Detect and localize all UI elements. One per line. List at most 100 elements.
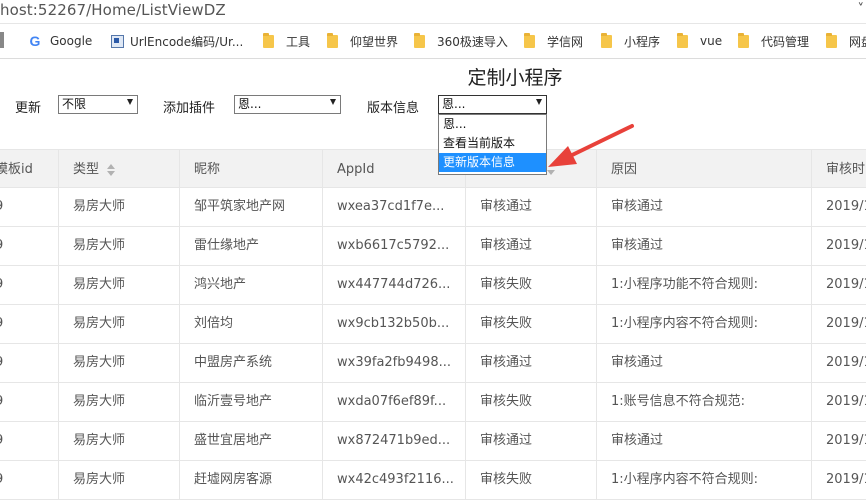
version-dropdown-list: 恩... 查看当前版本 更新版本信息 [438,114,547,175]
table-row[interactable]: 9易房大师刘倍均wx9cb132b50b...审核失败1:小程序内容不符合规则:… [0,305,866,344]
folder-icon [414,32,425,48]
cell-reason: 1:账号信息不符合规范: [596,383,811,421]
header-audit-time[interactable]: 审核时 [811,150,866,189]
update-select-value: 不限 [62,97,87,111]
table-body: 9易房大师邹平筑家地产网wxea37cd1f7e...审核通过审核通过2019/… [0,188,866,500]
header-reason[interactable]: 原因 [596,150,811,189]
version-option-update-info[interactable]: 更新版本信息 [439,153,546,172]
dropdown-arrow-icon [127,99,133,105]
bookmark-label: 网盘 [849,34,866,49]
sort-icon[interactable] [107,163,116,176]
cell-nickname: 鸿兴地产 [179,266,322,304]
cell-audit-time: 2019/1 [811,188,866,226]
cell-audit-time: 2019/1 [811,422,866,460]
header-template-id[interactable]: 模板id [0,150,58,189]
folder-icon [263,32,274,48]
plugin-select-value: 恩... [238,97,262,111]
update-label: 更新 [15,101,42,116]
cell-status: 审核失败 [465,266,596,304]
folder-icon [738,32,749,48]
cell-status: 审核通过 [465,422,596,460]
cell-type: 易房大师 [58,188,179,226]
cell-audit-time: 2019/1 [811,305,866,343]
url-text[interactable]: host:52267/Home/ListViewDZ [0,1,226,19]
cell-type: 易房大师 [58,227,179,265]
cell-reason: 审核通过 [596,422,811,460]
bookmark-netdisk[interactable]: 网盘 [826,32,866,50]
cell-nickname: 刘倍均 [179,305,322,343]
cell-appid: wxea37cd1f7e... [322,188,465,226]
cell-audit-time: 2019/1 [811,344,866,382]
header-type[interactable]: 类型 [58,150,179,189]
cell-reason: 审核通过 [596,188,811,226]
bookmark-code[interactable]: 代码管理 [738,32,809,50]
bookmark-miniprogram[interactable]: 小程序 [601,32,660,50]
cell-appid: wx9cb132b50b... [322,305,465,343]
folder-icon [327,32,338,48]
cell-appid: wx447744d726... [322,266,465,304]
table-row[interactable]: 9易房大师盛世宜居地产wx872471b9ed...审核通过审核通过2019/1 [0,422,866,461]
version-select[interactable]: 恩... [438,95,547,114]
cell-type: 易房大师 [58,266,179,304]
update-select[interactable]: 不限 [58,95,138,114]
page-icon [111,34,124,48]
bookmark-yangwang[interactable]: 仰望世界 [327,32,398,50]
bookmark-label: 代码管理 [761,34,810,49]
cell-template-id: 9 [0,383,58,421]
version-label: 版本信息 [367,101,420,116]
bookmark-label: Google [50,34,93,48]
cell-type: 易房大师 [58,305,179,343]
cell-audit-time: 2019/1 [811,383,866,421]
bookmark-urlencode[interactable]: UrlEncode编码/Ur... [111,32,243,50]
sort-down-icon[interactable] [547,170,555,175]
cell-audit-time: 2019/1 [811,461,866,499]
folder-icon [601,32,612,48]
cell-template-id: 9 [0,188,58,226]
cell-status: 审核通过 [465,188,596,226]
google-icon: G [29,33,41,49]
version-select-value: 恩... [442,97,466,111]
cell-template-id: 9 [0,227,58,265]
cell-type: 易房大师 [58,422,179,460]
cell-nickname: 临沂壹号地产 [179,383,322,421]
chevron-down-icon[interactable]: ˅ [858,2,865,17]
header-label: AppId [337,162,375,177]
version-option-view-current[interactable]: 查看当前版本 [439,134,546,153]
table-row[interactable]: 9易房大师临沂壹号地产wxda07f6ef89f...审核失败1:账号信息不符合… [0,383,866,422]
bookmark-label: 360极速导入 [437,34,508,49]
bookmark-vue[interactable]: vue [677,32,722,50]
table-row[interactable]: 9易房大师鸿兴地产wx447744d726...审核失败1:小程序功能不符合规则… [0,266,866,305]
cell-template-id: 9 [0,422,58,460]
cell-status: 审核失败 [465,305,596,343]
plugin-select[interactable]: 恩... [234,95,341,114]
cell-template-id: 9 [0,344,58,382]
header-label: 昵称 [194,162,221,177]
folder-icon [677,32,688,48]
page-title: 定制小程序 [467,67,563,89]
bookmark-google[interactable]: G Google [27,32,93,50]
table-row[interactable]: 9易房大师赶墟网房客源wx42c493f2116...审核失败1:小程序内容不符… [0,461,866,500]
cell-template-id: 9 [0,461,58,499]
cell-template-id: 9 [0,266,58,304]
address-bar[interactable]: host:52267/Home/ListViewDZ ˅ [0,0,866,24]
cell-type: 易房大师 [58,344,179,382]
bookmark-360[interactable]: 360极速导入 [414,32,508,50]
cell-reason: 1:小程序内容不符合规则: [596,305,811,343]
bookmark-label: 仰望世界 [350,34,399,49]
header-label: 原因 [611,162,638,177]
cell-appid: wx39fa2fb9498... [322,344,465,382]
cell-status: 审核通过 [465,227,596,265]
folder-icon [826,32,837,48]
version-option-default[interactable]: 恩... [439,115,546,134]
table-row[interactable]: 9易房大师邹平筑家地产网wxea37cd1f7e...审核通过审核通过2019/… [0,188,866,227]
cell-type: 易房大师 [58,383,179,421]
plugin-label: 添加插件 [163,101,216,116]
bookmark-xuexin[interactable]: 学信网 [524,32,583,50]
header-nickname[interactable]: 昵称 [179,150,322,189]
table-row[interactable]: 9易房大师雷仕缘地产wxb6617c5792...审核通过审核通过2019/1 [0,227,866,266]
cell-nickname: 盛世宜居地产 [179,422,322,460]
table-row[interactable]: 9易房大师中盟房产系统wx39fa2fb9498...审核通过审核通过2019/… [0,344,866,383]
header-label: 类型 [73,162,100,177]
bookmark-tools[interactable]: 工具 [263,32,310,50]
cell-nickname: 雷仕缘地产 [179,227,322,265]
